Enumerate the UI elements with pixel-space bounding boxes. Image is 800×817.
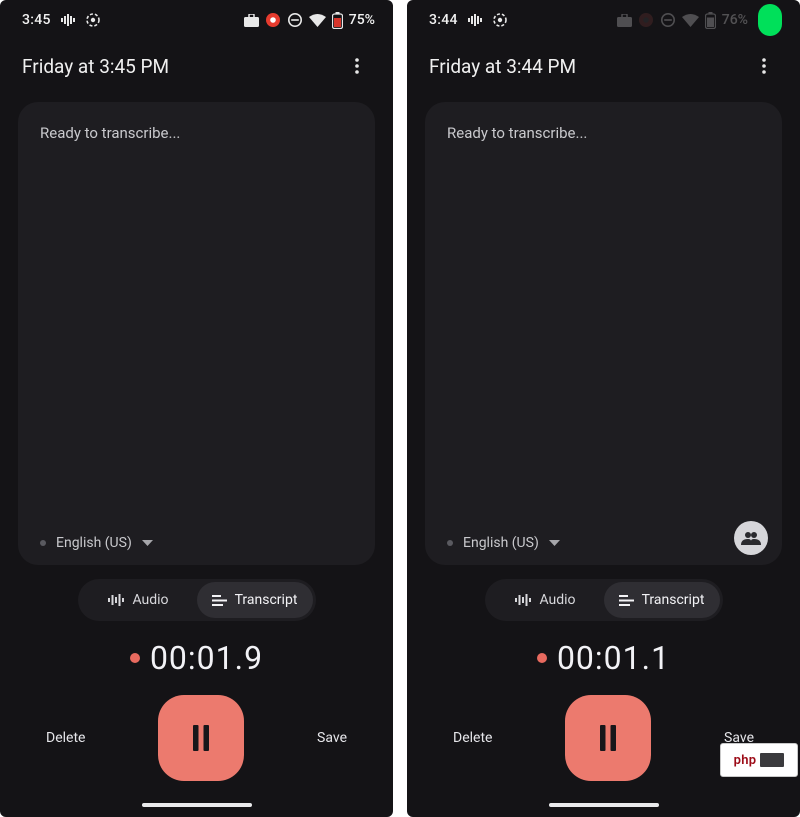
overflow-menu-button[interactable] [746,48,782,84]
timer-value: 00:01.1 [557,639,670,677]
language-label: English (US) [56,535,132,551]
tab-audio-label: Audio [132,592,168,608]
waveform-icon [61,14,75,26]
audio-wave-icon [108,594,124,606]
status-bar: 3:45 75% [0,0,393,40]
tab-audio[interactable]: Audio [488,582,604,618]
dnd-icon [287,12,303,28]
delete-button[interactable]: Delete [46,730,85,746]
watermark-label: php [734,753,757,768]
transcript-icon [212,595,227,606]
timer: 00:01.9 [0,639,393,677]
audio-wave-icon [515,594,531,606]
battery-icon [705,12,716,29]
waveform-icon [468,14,482,26]
transcript-panel: Ready to transcribe... English (US) [425,102,782,565]
pause-button[interactable] [565,695,651,781]
briefcase-icon [244,14,259,27]
timer: 00:01.1 [407,639,800,677]
tab-audio-label: Audio [539,592,575,608]
tab-transcript-label: Transcript [642,592,705,608]
briefcase-icon [617,14,632,27]
bullet-icon [447,540,453,546]
transcript-placeholder: Ready to transcribe... [447,124,760,142]
timer-value: 00:01.9 [150,639,263,677]
page-title: Friday at 3:44 PM [429,55,576,78]
header: Friday at 3:44 PM [407,40,800,92]
clock: 3:44 [429,12,458,28]
tabs: Audio Transcript [78,579,316,621]
overflow-menu-button[interactable] [339,48,375,84]
chevron-down-icon [549,535,560,551]
record-indicator-icon [638,12,654,28]
privacy-indicator [758,4,782,36]
more-vert-icon [348,57,366,75]
tabs: Audio Transcript [485,579,723,621]
nav-handle[interactable] [549,803,659,807]
clock: 3:45 [22,12,51,28]
battery-icon [332,12,343,29]
page-title: Friday at 3:45 PM [22,55,169,78]
pause-button[interactable] [158,695,244,781]
delete-button[interactable]: Delete [453,730,492,746]
battery-percentage: 75% [349,12,375,28]
chevron-down-icon [142,535,153,551]
language-label: English (US) [463,535,539,551]
tab-transcript[interactable]: Transcript [197,582,313,618]
tab-audio[interactable]: Audio [81,582,197,618]
tab-transcript-label: Transcript [235,592,298,608]
watermark: php [720,743,798,777]
pause-icon [597,725,619,751]
language-selector[interactable]: English (US) [40,535,353,551]
bullet-icon [40,540,46,546]
transcript-panel: Ready to transcribe... English (US) [18,102,375,565]
record-dot-icon [537,653,547,663]
target-icon [492,12,508,28]
more-vert-icon [755,57,773,75]
wifi-icon [309,14,326,27]
status-bar: 3:44 76% [407,0,800,40]
phone-left: 3:45 75% Friday at 3:45 PM Ready to tran… [0,0,393,817]
header: Friday at 3:45 PM [0,40,393,92]
battery-percentage: 76% [722,12,748,28]
record-dot-icon [130,653,140,663]
pause-icon [190,725,212,751]
language-selector[interactable]: English (US) [447,535,760,551]
transcript-icon [619,595,634,606]
target-icon [85,12,101,28]
phone-right: 3:44 76% Friday at 3:44 PM Ready to tran… [407,0,800,817]
transcript-placeholder: Ready to transcribe... [40,124,353,142]
people-icon [741,531,761,545]
speaker-labels-button[interactable] [734,521,768,555]
wifi-icon [682,14,699,27]
nav-handle[interactable] [142,803,252,807]
save-button[interactable]: Save [317,730,347,746]
controls: Delete Save [0,695,393,781]
tab-transcript[interactable]: Transcript [604,582,720,618]
dnd-icon [660,12,676,28]
record-indicator-icon [265,12,281,28]
